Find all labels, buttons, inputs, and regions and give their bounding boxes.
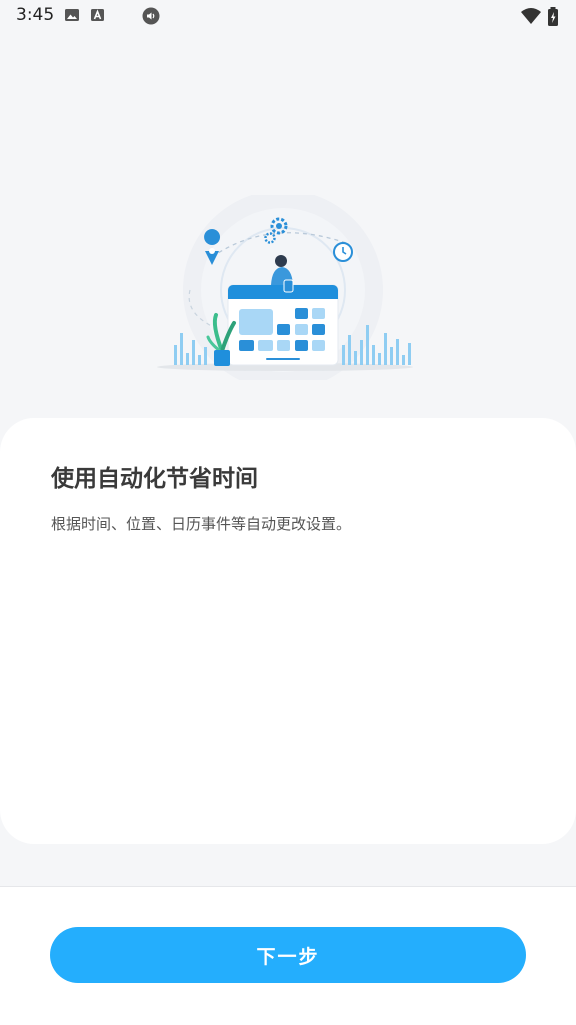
next-button[interactable]: 下一步 <box>50 927 526 983</box>
card-title: 使用自动化节省时间 <box>51 466 258 492</box>
wifi-icon <box>521 8 541 24</box>
status-bar: 3:45 <box>0 0 576 32</box>
status-time: 3:45 <box>16 5 55 25</box>
a-letter-icon <box>91 9 104 21</box>
automation-illustration <box>157 195 413 380</box>
card-description: 根据时间、位置、日历事件等自动更改设置。 <box>51 515 352 533</box>
battery-icon <box>548 7 558 26</box>
volume-circle-icon <box>142 7 160 25</box>
image-icon <box>65 9 79 21</box>
